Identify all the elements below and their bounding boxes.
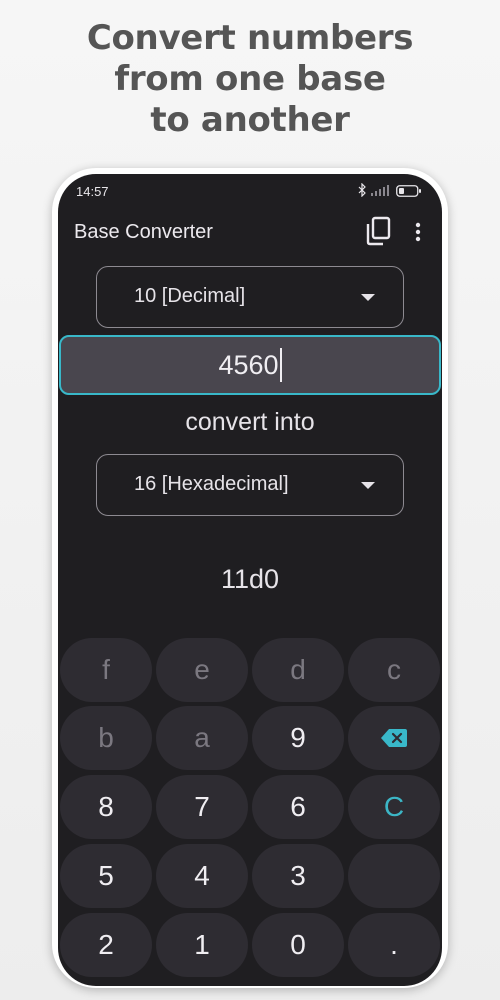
key-label: . <box>390 929 398 960</box>
promo-line-2: from one base <box>114 59 386 99</box>
to-base-select[interactable]: 16 [Hexadecimal] <box>96 454 404 516</box>
key-1[interactable]: 1 <box>156 913 248 977</box>
number-input-value: 4560 <box>218 349 279 380</box>
convert-into-label: convert into <box>185 408 315 436</box>
key-label: C <box>383 791 405 822</box>
backspace-icon <box>381 729 407 747</box>
promo-line-3: to another <box>150 100 350 140</box>
key-a: a <box>156 706 248 770</box>
conversion-result: 11d0 <box>220 564 280 594</box>
key-9[interactable]: 9 <box>252 706 344 770</box>
key-label: 5 <box>98 860 114 891</box>
backspace-key[interactable] <box>348 706 440 770</box>
from-base-value: 10 [Decimal] <box>134 285 246 307</box>
key-label: c <box>387 654 401 685</box>
copy-icon[interactable] <box>364 216 392 246</box>
key-c: c <box>348 638 440 702</box>
key-label: 0 <box>290 929 306 960</box>
key-label: d <box>290 654 306 685</box>
key-7[interactable]: 7 <box>156 775 248 839</box>
key-label: 8 <box>98 791 114 822</box>
key-label: 2 <box>98 929 114 960</box>
key-3[interactable]: 3 <box>252 844 344 908</box>
promo-headline: Convert numbers from one base to another <box>0 18 500 141</box>
key-label: 3 <box>290 860 306 891</box>
key-6[interactable]: 6 <box>252 775 344 839</box>
key-d: d <box>252 638 344 702</box>
signal-icon <box>371 185 389 196</box>
bluetooth-icon <box>358 183 366 197</box>
from-base-select[interactable]: 10 [Decimal] <box>96 266 404 328</box>
text-cursor <box>279 348 282 382</box>
app-screen: 14:57 Base Converter 10 [Decimal] 4560 c… <box>58 174 442 986</box>
status-bar: 14:57 <box>58 174 442 208</box>
number-input[interactable]: 4560 <box>59 335 441 395</box>
key-8[interactable]: 8 <box>60 775 152 839</box>
key-label: 1 <box>194 929 210 960</box>
key-label: e <box>194 654 210 685</box>
key-label: f <box>102 654 110 685</box>
key-label: 4 <box>194 860 210 891</box>
key-label: 6 <box>290 791 306 822</box>
key-f: f <box>60 638 152 702</box>
keypad-empty-key <box>348 844 440 908</box>
key-e: e <box>156 638 248 702</box>
to-base-value: 16 [Hexadecimal] <box>134 473 289 495</box>
chevron-down-icon <box>361 294 375 301</box>
key-label: 7 <box>194 791 210 822</box>
chevron-down-icon <box>361 482 375 489</box>
status-time: 14:57 <box>76 184 109 199</box>
key-label: a <box>194 722 210 753</box>
key-0[interactable]: 0 <box>252 913 344 977</box>
key-label: 9 <box>290 722 306 753</box>
key-b: b <box>60 706 152 770</box>
key-4[interactable]: 4 <box>156 844 248 908</box>
more-vert-icon[interactable] <box>408 218 428 246</box>
promo-line-1: Convert numbers <box>86 18 414 58</box>
battery-icon <box>396 185 421 197</box>
key-2[interactable]: 2 <box>60 913 152 977</box>
decimal-point-key[interactable]: . <box>348 913 440 977</box>
app-title: Base Converter <box>74 221 213 243</box>
clear-key[interactable]: C <box>348 775 440 839</box>
key-label: b <box>98 722 114 753</box>
key-5[interactable]: 5 <box>60 844 152 908</box>
